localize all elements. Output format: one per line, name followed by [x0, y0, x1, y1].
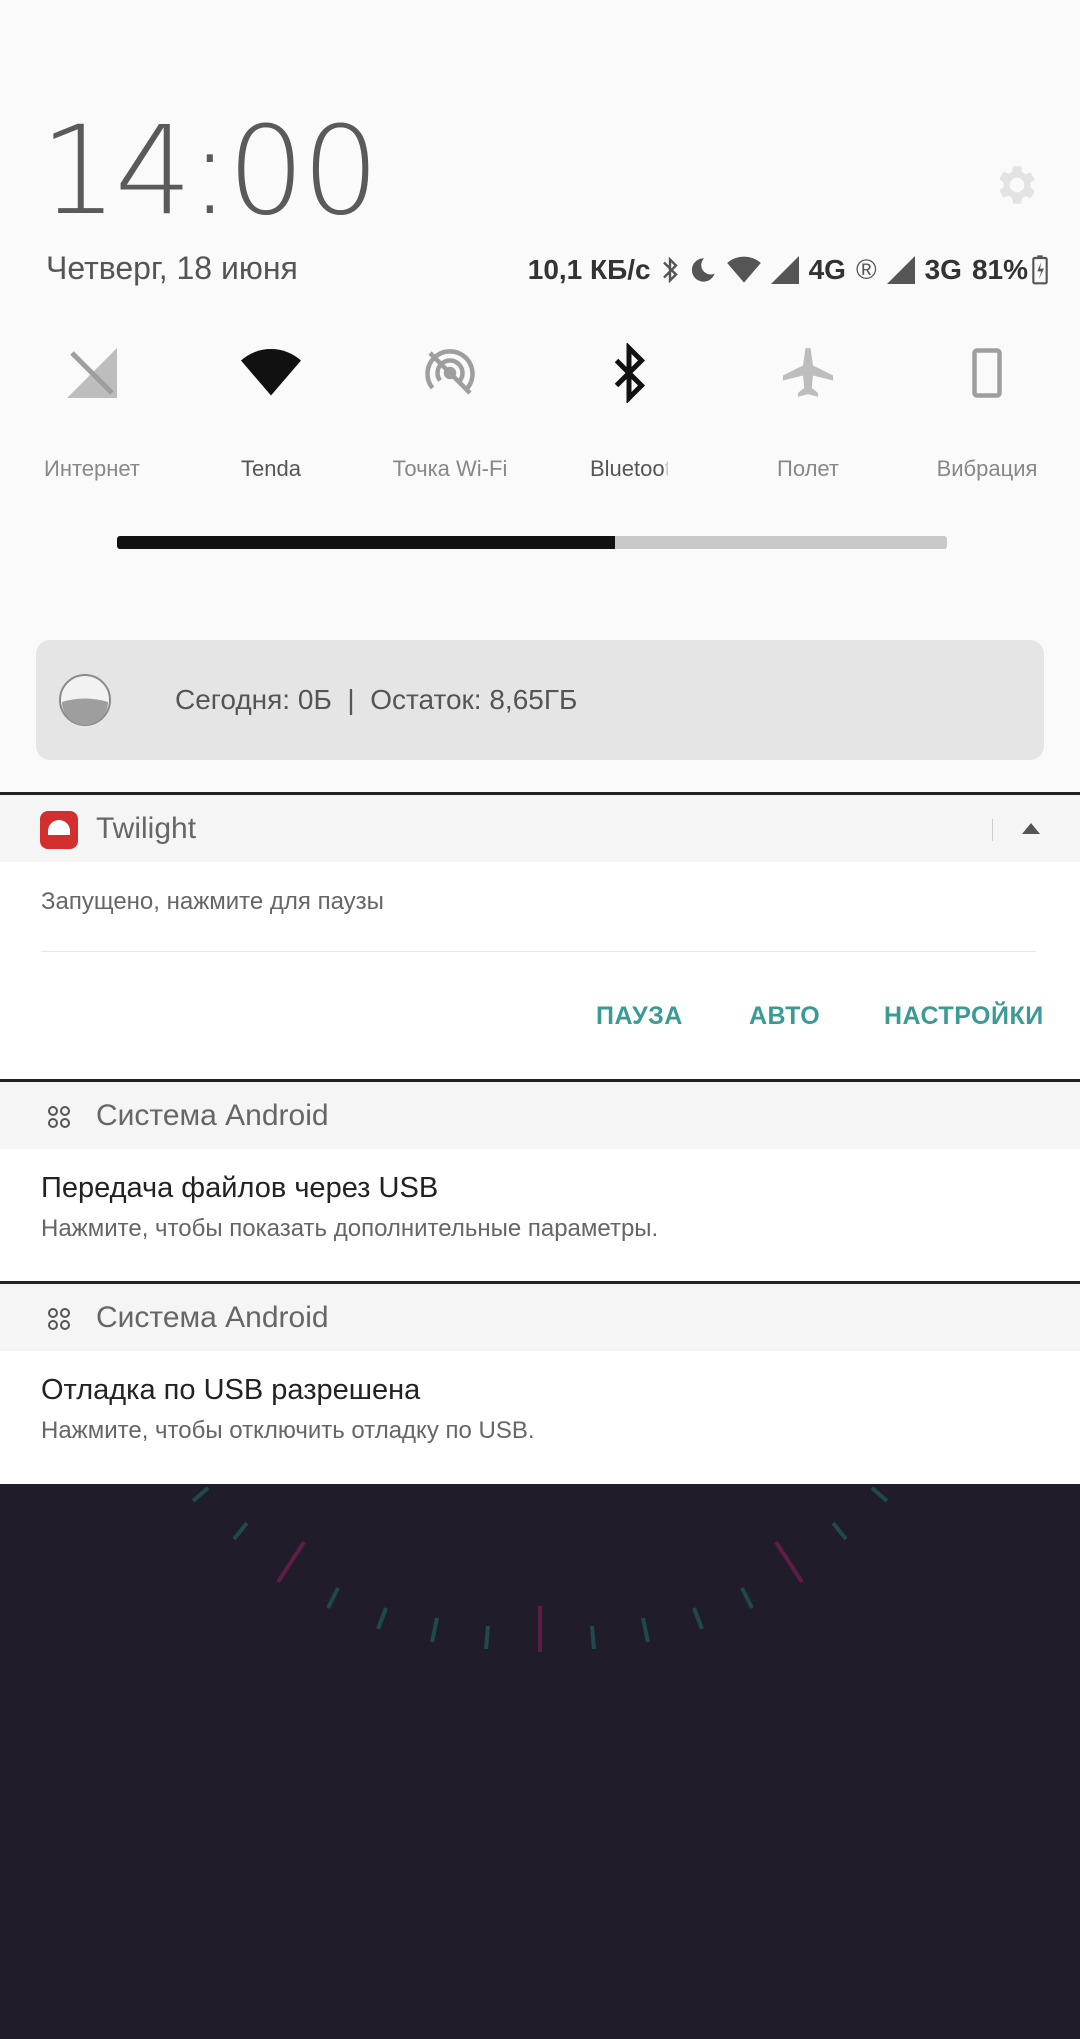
phone-vibrate-icon — [957, 343, 1017, 403]
wifi-status-icon — [726, 256, 761, 284]
quick-settings-panel: 14:00 Четверг, 18 июня 10,1 КБ/с 4G ® 3G… — [0, 0, 1080, 794]
signal-strength-icon — [886, 256, 915, 284]
roaming-icon: ® — [855, 254, 877, 285]
notification-header: Система Android — [0, 1079, 1080, 1149]
tile-label: Bluetoot — [590, 456, 668, 481]
twilight-app-icon — [40, 811, 78, 849]
data-usage-card[interactable]: Сегодня: 0Б | Остаток: 8,65ГБ — [36, 640, 1044, 760]
data-usage-circle-icon — [58, 673, 112, 727]
notification-text: Нажмите, чтобы отключить отладку по USB. — [41, 1417, 535, 1444]
quick-tiles: Интернет Tenda Точка Wi-Fi Bluetoot Поле… — [0, 330, 1080, 490]
tile-hotspot[interactable]: Точка Wi-Fi — [360, 330, 540, 490]
auto-action-button[interactable]: АВТО — [749, 1002, 820, 1031]
signal-strength-icon — [770, 256, 799, 284]
tile-bluetooth[interactable]: Bluetoot — [539, 330, 719, 490]
notification-app-name: Twilight — [96, 812, 197, 845]
tile-label: Полет — [777, 456, 839, 481]
tile-label: Tenda — [241, 456, 301, 481]
battery-percent: 81% — [971, 254, 1028, 285]
collapse-arrow-icon[interactable] — [1022, 823, 1040, 834]
settings-action-button[interactable]: НАСТРОЙКИ — [884, 1002, 1044, 1031]
notification-title: Отладка по USB разрешена — [41, 1374, 421, 1406]
brightness-slider-fill — [117, 536, 615, 549]
mobile-data-off-icon — [62, 343, 122, 403]
network-speed: 10,1 КБ/с — [527, 254, 651, 285]
tile-airplane[interactable]: Полет — [718, 330, 898, 490]
network-type-3g: 3G — [924, 254, 962, 285]
android-system-icon — [40, 1300, 78, 1338]
notification-header: Twilight — [0, 792, 1080, 862]
bluetooth-icon — [599, 341, 659, 405]
tile-mobile-data[interactable]: Интернет — [2, 330, 182, 490]
wifi-icon — [241, 343, 301, 403]
tile-label: Вибрация — [936, 456, 1038, 481]
wallpaper-clock-dial — [191, 1486, 889, 1652]
android-system-icon — [40, 1098, 78, 1136]
hotspot-off-icon — [420, 343, 480, 403]
notification-app-name: Система Android — [96, 1099, 329, 1132]
network-type-4g: 4G — [808, 254, 846, 285]
notification-text: Нажмите, чтобы показать дополнительные п… — [41, 1215, 659, 1242]
notification-text: Запущено, нажмите для паузы — [41, 888, 384, 915]
notification-title: Передача файлов через USB — [41, 1172, 439, 1204]
airplane-icon — [778, 343, 838, 403]
settings-gear-icon[interactable] — [990, 160, 1040, 210]
tile-wifi[interactable]: Tenda — [181, 330, 361, 490]
pause-action-button[interactable]: ПАУЗА — [596, 1002, 683, 1031]
tile-label: Интернет — [44, 456, 140, 481]
notification-divider — [41, 951, 1036, 952]
status-bar: 10,1 КБ/с 4G ® 3G 81% — [528, 252, 1048, 288]
clock: 14:00 — [40, 100, 380, 242]
notification-app-name: Система Android — [96, 1301, 329, 1334]
data-usage-text: Сегодня: 0Б | Остаток: 8,65ГБ — [175, 684, 578, 715]
bluetooth-status-icon — [661, 255, 679, 285]
notification-twilight[interactable]: Twilight Запущено, нажмите для паузы ПАУ… — [0, 792, 1080, 1082]
notification-usb-file-transfer[interactable]: Система Android Передача файлов через US… — [0, 1079, 1080, 1284]
header-divider — [992, 819, 993, 841]
notification-usb-debugging[interactable]: Система Android Отладка по USB разрешена… — [0, 1281, 1080, 1484]
tile-vibrate[interactable]: Вибрация — [897, 330, 1077, 490]
battery-charging-icon — [1032, 255, 1048, 285]
do-not-disturb-moon-icon — [689, 256, 717, 284]
date: Четверг, 18 июня — [46, 250, 298, 286]
tile-label: Точка Wi-Fi — [392, 456, 508, 481]
brightness-slider[interactable] — [117, 536, 947, 549]
notification-header: Система Android — [0, 1281, 1080, 1351]
